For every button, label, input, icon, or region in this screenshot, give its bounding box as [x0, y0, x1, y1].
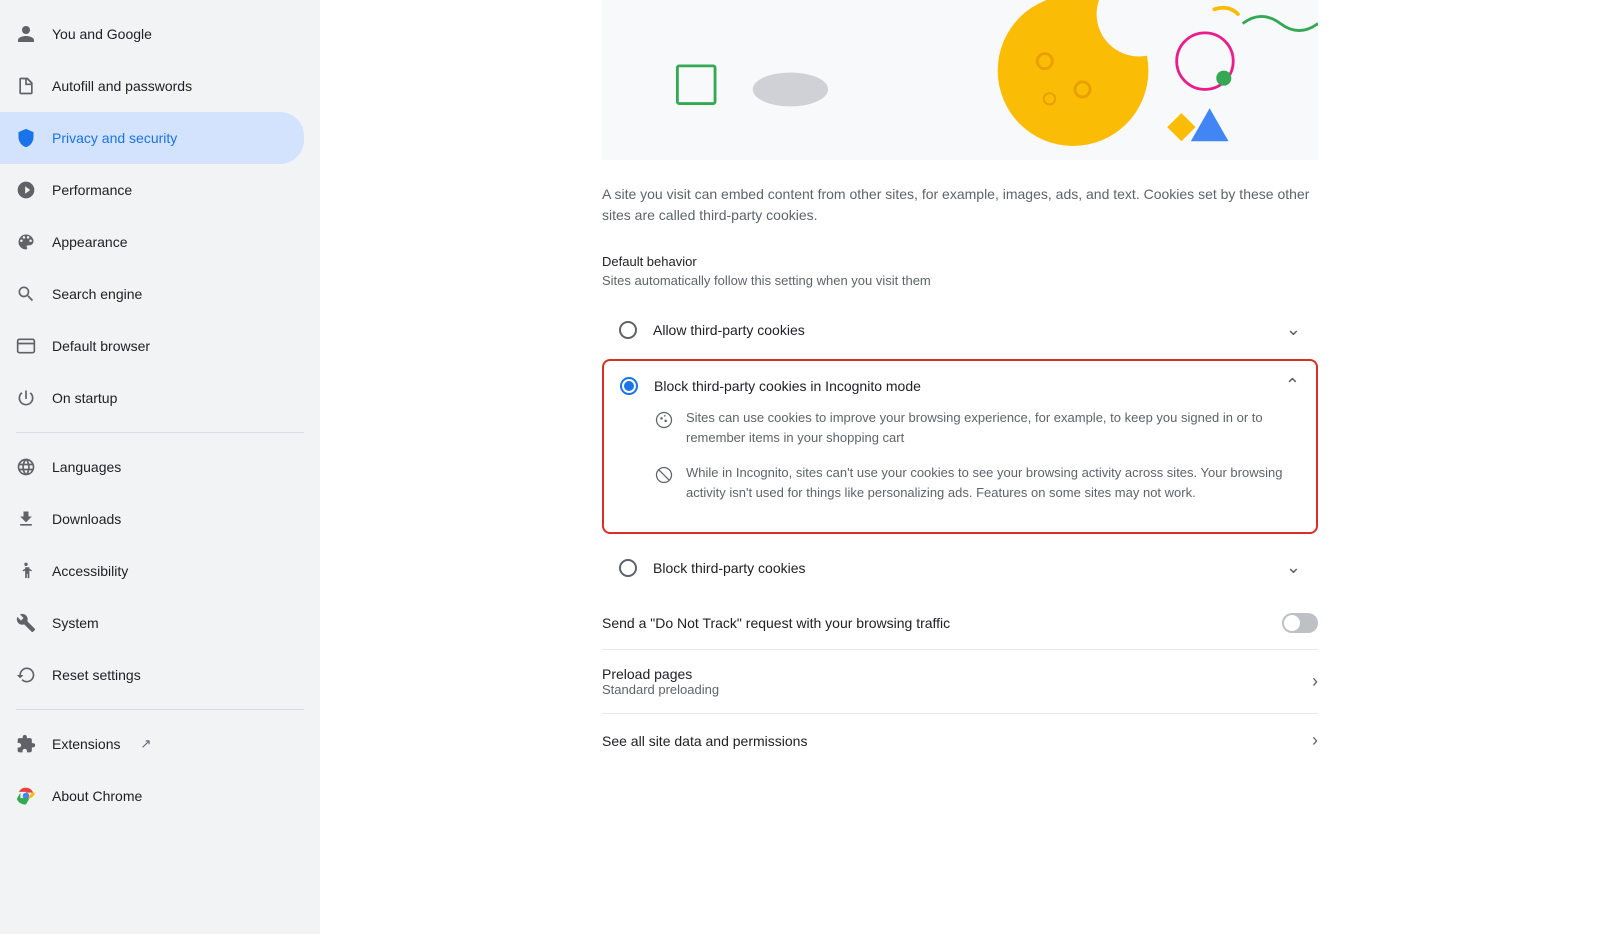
extensions-icon: [16, 734, 36, 754]
setting-do-not-track[interactable]: Send a "Do Not Track" request with your …: [602, 597, 1318, 650]
performance-icon: [16, 180, 36, 200]
sidebar-item-downloads[interactable]: Downloads: [0, 493, 304, 545]
sidebar-divider-1: [16, 432, 304, 433]
sidebar-item-default-browser[interactable]: Default browser: [0, 320, 304, 372]
search-icon: [16, 284, 36, 304]
sidebar-label-performance: Performance: [52, 182, 132, 198]
chevron-right-icon-sitedata: ›: [1312, 730, 1318, 751]
radio-label-incognito: Block third-party cookies in Incognito m…: [654, 378, 1285, 394]
sidebar-item-extensions[interactable]: Extensions ↗: [0, 718, 304, 770]
description-text: A site you visit can embed content from …: [602, 184, 1318, 226]
sidebar-label-autofill: Autofill and passwords: [52, 78, 192, 94]
sidebar-item-on-startup[interactable]: On startup: [0, 372, 304, 424]
sidebar-item-languages[interactable]: Languages: [0, 441, 304, 493]
default-behavior-sub: Sites automatically follow this setting …: [602, 273, 1318, 288]
radio-label-block-all: Block third-party cookies: [653, 560, 1286, 576]
system-icon: [16, 613, 36, 633]
sidebar-label-system: System: [52, 615, 99, 631]
sidebar-label-on-startup: On startup: [52, 390, 117, 406]
sidebar-item-autofill[interactable]: Autofill and passwords: [0, 60, 304, 112]
radio-allow-cookies[interactable]: Allow third-party cookies ⌄: [602, 304, 1318, 355]
sidebar-item-system[interactable]: System: [0, 597, 304, 649]
sidebar-item-accessibility[interactable]: Accessibility: [0, 545, 304, 597]
browser-icon: [16, 336, 36, 356]
shield-icon: [16, 128, 36, 148]
sidebar-item-about[interactable]: About Chrome: [0, 770, 304, 822]
sidebar-label-languages: Languages: [52, 459, 121, 475]
sidebar-label-default-browser: Default browser: [52, 338, 150, 354]
cookie-illustration: [602, 0, 1318, 160]
sidebar-label-accessibility: Accessibility: [52, 563, 128, 579]
expanded-text-0: Sites can use cookies to improve your br…: [686, 408, 1300, 447]
reset-icon: [16, 665, 36, 685]
sidebar-item-performance[interactable]: Performance: [0, 164, 304, 216]
do-not-track-label: Send a "Do Not Track" request with your …: [602, 615, 1282, 631]
cookie-small-icon: [654, 410, 674, 430]
expanded-text-1: While in Incognito, sites can't use your…: [686, 463, 1300, 502]
radio-circle-block-all: [619, 559, 637, 577]
sidebar-item-reset[interactable]: Reset settings: [0, 649, 304, 701]
radio-circle-allow: [619, 321, 637, 339]
startup-icon: [16, 388, 36, 408]
expanded-details: Sites can use cookies to improve your br…: [620, 396, 1300, 518]
chevron-right-icon-preload: ›: [1312, 671, 1318, 692]
external-link-icon: ↗: [140, 736, 151, 752]
preload-pages-label: Preload pages: [602, 666, 1312, 682]
setting-preload-pages[interactable]: Preload pages Standard preloading ›: [602, 650, 1318, 714]
sidebar-label-downloads: Downloads: [52, 511, 121, 527]
see-all-site-data-label: See all site data and permissions: [602, 733, 1312, 749]
preload-pages-sub: Standard preloading: [602, 682, 1312, 697]
sidebar-label-appearance: Appearance: [52, 234, 128, 250]
radio-circle-incognito: [620, 377, 638, 395]
do-not-track-toggle[interactable]: [1282, 613, 1318, 633]
sidebar-label-search-engine: Search engine: [52, 286, 142, 302]
autofill-icon: [16, 76, 36, 96]
sidebar-item-search-engine[interactable]: Search engine: [0, 268, 304, 320]
chevron-up-icon-incognito: ⌃: [1285, 375, 1300, 396]
default-behavior-heading: Default behavior: [602, 254, 1318, 269]
sidebar-item-you-and-google[interactable]: You and Google: [0, 8, 304, 60]
chevron-down-icon-block: ⌄: [1286, 557, 1301, 578]
chrome-icon: [16, 786, 36, 806]
sidebar: You and Google Autofill and passwords Pr…: [0, 0, 320, 934]
chevron-down-icon-allow: ⌄: [1286, 319, 1301, 340]
sidebar-item-privacy[interactable]: Privacy and security: [0, 112, 304, 164]
sidebar-label-privacy: Privacy and security: [52, 130, 177, 146]
person-icon: [16, 24, 36, 44]
sidebar-label-you-and-google: You and Google: [52, 26, 152, 42]
sidebar-divider-2: [16, 709, 304, 710]
sidebar-label-about: About Chrome: [52, 788, 142, 804]
sidebar-label-extensions: Extensions: [52, 736, 120, 752]
expanded-item-1: While in Incognito, sites can't use your…: [654, 463, 1300, 502]
appearance-icon: [16, 232, 36, 252]
radio-block-incognito[interactable]: Block third-party cookies in Incognito m…: [602, 359, 1318, 534]
main-content: A site you visit can embed content from …: [320, 0, 1600, 934]
radio-block-all[interactable]: Block third-party cookies ⌄: [602, 542, 1318, 593]
expanded-item-0: Sites can use cookies to improve your br…: [654, 408, 1300, 447]
sidebar-item-appearance[interactable]: Appearance: [0, 216, 304, 268]
blocked-icon: [654, 465, 674, 485]
downloads-icon: [16, 509, 36, 529]
setting-see-all-site-data[interactable]: See all site data and permissions ›: [602, 714, 1318, 767]
languages-icon: [16, 457, 36, 477]
radio-label-allow: Allow third-party cookies: [653, 322, 1286, 338]
sidebar-label-reset: Reset settings: [52, 667, 141, 683]
accessibility-icon: [16, 561, 36, 581]
